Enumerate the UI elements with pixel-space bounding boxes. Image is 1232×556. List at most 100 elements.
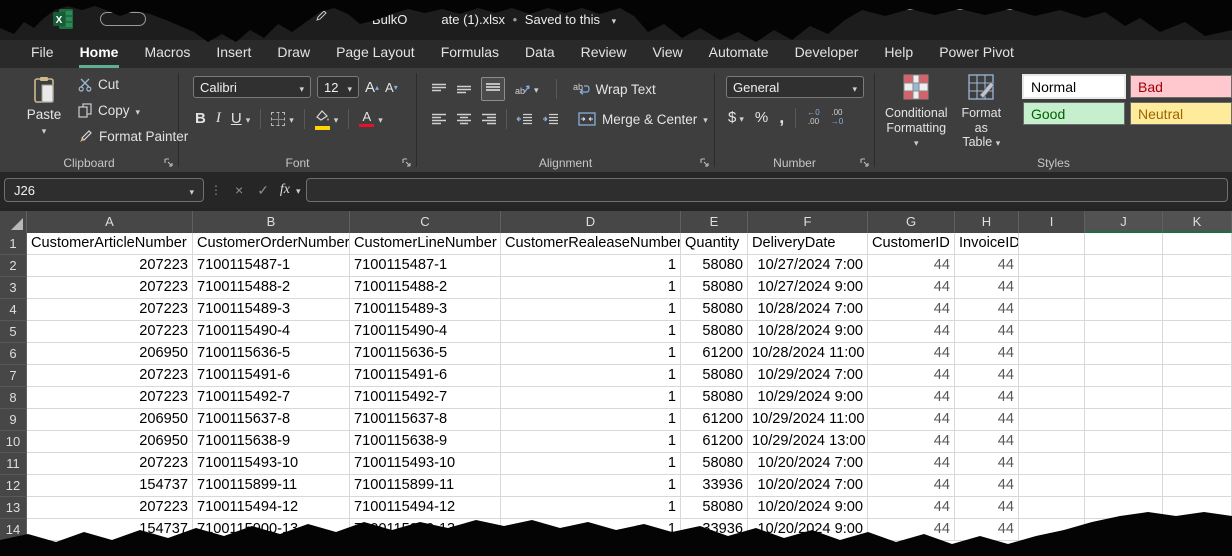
cell-G9[interactable]: 44 (868, 409, 955, 431)
cell-D9[interactable]: 1 (501, 409, 681, 431)
increase-decimal-button[interactable]: ←0.00 (807, 109, 819, 127)
row-header-11[interactable]: 11 (0, 453, 27, 475)
row-header-6[interactable]: 6 (0, 343, 27, 365)
cell-I5[interactable] (1019, 321, 1085, 343)
document-title[interactable]: BulkOate (1).xlsx • Saved to this (372, 12, 616, 27)
cell-J14[interactable] (1085, 519, 1163, 541)
cell-H6[interactable]: 44 (955, 343, 1019, 365)
underline-dropdown-icon[interactable] (246, 110, 251, 127)
clipboard-dialog-launcher[interactable] (164, 158, 174, 168)
cell-H3[interactable]: 44 (955, 277, 1019, 299)
cell-J13[interactable] (1085, 497, 1163, 519)
cell-I13[interactable] (1019, 497, 1085, 519)
insert-function-button[interactable]: fx (276, 182, 294, 198)
comma-style-button[interactable]: , (779, 107, 784, 128)
cell-B7[interactable]: 7100115491-6 (193, 365, 350, 387)
cell-C1[interactable]: CustomerLineNumber (350, 233, 501, 255)
cell-I10[interactable] (1019, 431, 1085, 453)
cell-D2[interactable]: 1 (501, 255, 681, 277)
alignment-dialog-launcher[interactable] (700, 158, 710, 168)
conditional-formatting-button[interactable]: Conditional Formatting (885, 74, 948, 150)
cell-E12[interactable]: 33936 (681, 475, 748, 497)
tab-data[interactable]: Data (512, 40, 568, 68)
cell-K14[interactable] (1163, 519, 1232, 541)
cell-J5[interactable] (1085, 321, 1163, 343)
row-header-13[interactable]: 13 (0, 497, 27, 519)
font-color-button[interactable]: A (359, 110, 383, 127)
cell-K10[interactable] (1163, 431, 1232, 453)
cell-I8[interactable] (1019, 387, 1085, 409)
cell-C4[interactable]: 7100115489-3 (350, 299, 501, 321)
row-header-2[interactable]: 2 (0, 255, 27, 277)
font-size-combo[interactable]: 12 (317, 76, 359, 98)
cell-E14[interactable]: 33936 (681, 519, 748, 541)
cell-C2[interactable]: 7100115487-1 (350, 255, 501, 277)
name-box[interactable]: J26 (4, 178, 204, 202)
cell-B10[interactable]: 7100115638-9 (193, 431, 350, 453)
cell-B4[interactable]: 7100115489-3 (193, 299, 350, 321)
tab-page-layout[interactable]: Page Layout (323, 40, 428, 68)
cell-A2[interactable]: 207223 (27, 255, 193, 277)
cell-G8[interactable]: 44 (868, 387, 955, 409)
cell-C7[interactable]: 7100115491-6 (350, 365, 501, 387)
cell-G12[interactable]: 44 (868, 475, 955, 497)
cell-E10[interactable]: 61200 (681, 431, 748, 453)
percent-button[interactable]: % (755, 109, 768, 126)
cell-H11[interactable]: 44 (955, 453, 1019, 475)
column-header-J[interactable]: J (1085, 211, 1163, 233)
cell-G14[interactable]: 44 (868, 519, 955, 541)
cell-A13[interactable]: 207223 (27, 497, 193, 519)
bottom-align-button[interactable] (481, 77, 505, 101)
shrink-font-button[interactable]: A▾ (385, 76, 398, 98)
cell-E8[interactable]: 58080 (681, 387, 748, 409)
cell-F11[interactable]: 10/20/2024 7:00 (748, 453, 868, 475)
cell-D12[interactable]: 1 (501, 475, 681, 497)
column-header-E[interactable]: E (681, 211, 748, 233)
tab-home[interactable]: Home (67, 40, 132, 68)
cell-B1[interactable]: CustomerOrderNumber (193, 233, 350, 255)
cell-G5[interactable]: 44 (868, 321, 955, 343)
cell-A3[interactable]: 207223 (27, 277, 193, 299)
cell-D8[interactable]: 1 (501, 387, 681, 409)
tab-developer[interactable]: Developer (782, 40, 872, 68)
cell-A4[interactable]: 207223 (27, 299, 193, 321)
cell-J10[interactable] (1085, 431, 1163, 453)
tab-automate[interactable]: Automate (696, 40, 782, 68)
cell-I11[interactable] (1019, 453, 1085, 475)
cell-C13[interactable]: 7100115494-12 (350, 497, 501, 519)
cell-F3[interactable]: 10/27/2024 9:00 (748, 277, 868, 299)
cell-H14[interactable]: 44 (955, 519, 1019, 541)
bold-button[interactable]: B (195, 110, 206, 127)
cell-G1[interactable]: CustomerID (868, 233, 955, 255)
column-header-F[interactable]: F (748, 211, 868, 233)
cell-I2[interactable] (1019, 255, 1085, 277)
style-neutral[interactable]: Neutral (1130, 102, 1232, 125)
cell-C12[interactable]: 7100115899-11 (350, 475, 501, 497)
italic-button[interactable]: I (216, 110, 221, 127)
tab-review[interactable]: Review (568, 40, 640, 68)
cell-B8[interactable]: 7100115492-7 (193, 387, 350, 409)
cell-D3[interactable]: 1 (501, 277, 681, 299)
decrease-indent-button[interactable] (516, 108, 533, 130)
cell-A1[interactable]: CustomerArticleNumber (27, 233, 193, 255)
cell-E2[interactable]: 58080 (681, 255, 748, 277)
style-good[interactable]: Good (1023, 102, 1125, 125)
cell-B9[interactable]: 7100115637-8 (193, 409, 350, 431)
tab-help[interactable]: Help (871, 40, 926, 68)
search-box[interactable] (855, 0, 1190, 10)
cancel-button[interactable]: × (228, 182, 250, 198)
cell-G13[interactable]: 44 (868, 497, 955, 519)
column-header-A[interactable]: A (27, 211, 193, 233)
cell-B3[interactable]: 7100115488-2 (193, 277, 350, 299)
column-header-D[interactable]: D (501, 211, 681, 233)
cell-F4[interactable]: 10/28/2024 7:00 (748, 299, 868, 321)
cell-E13[interactable]: 58080 (681, 497, 748, 519)
cell-C9[interactable]: 7100115637-8 (350, 409, 501, 431)
cell-D5[interactable]: 1 (501, 321, 681, 343)
cell-A12[interactable]: 154737 (27, 475, 193, 497)
cell-F7[interactable]: 10/29/2024 7:00 (748, 365, 868, 387)
cell-F10[interactable]: 10/29/2024 13:00 (748, 431, 868, 453)
align-left-button[interactable] (431, 108, 447, 130)
cell-J9[interactable] (1085, 409, 1163, 431)
row-header-4[interactable]: 4 (0, 299, 27, 321)
